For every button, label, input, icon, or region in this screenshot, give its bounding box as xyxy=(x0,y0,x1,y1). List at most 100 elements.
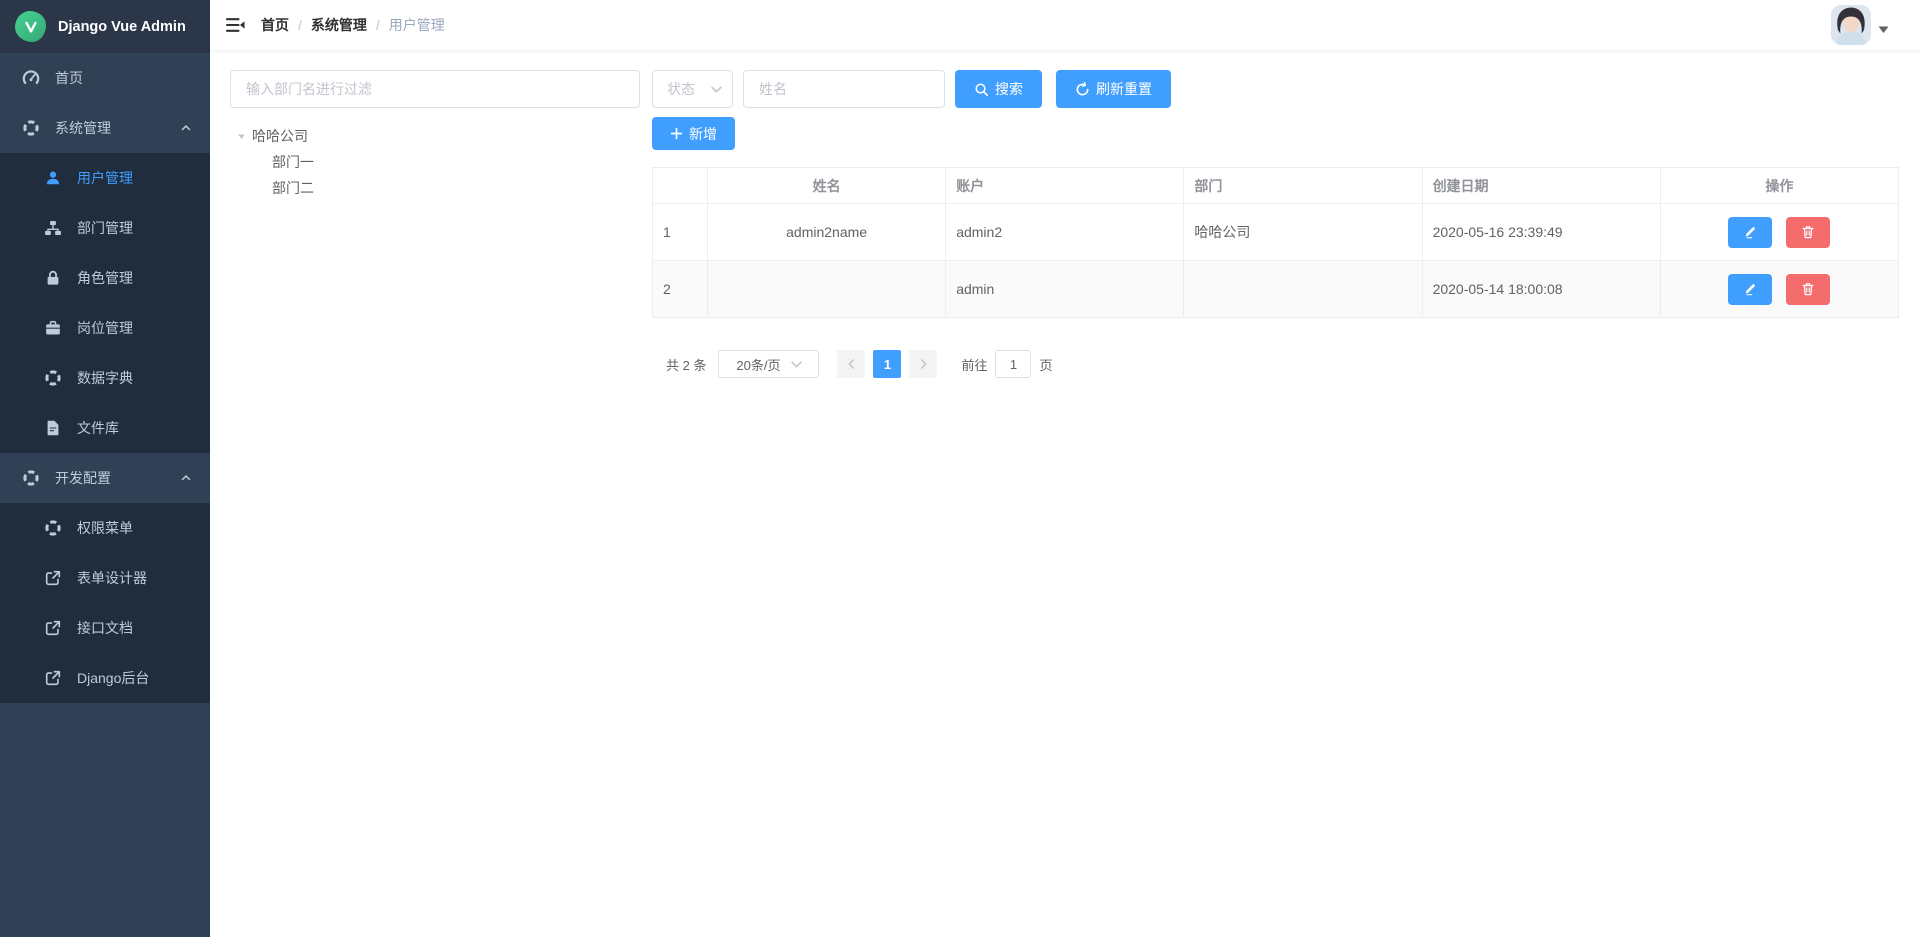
tree-expand-caret-icon[interactable] xyxy=(230,132,252,141)
app-logo[interactable]: Django Vue Admin xyxy=(0,0,210,53)
chevron-right-icon xyxy=(919,358,928,370)
navbar: 首页 / 系统管理 / 用户管理 xyxy=(210,0,1920,50)
sidebar-item-label: 首页 xyxy=(55,68,83,88)
page-content: 哈哈公司 部门一 部门二 状态 xyxy=(210,50,1920,378)
prev-page-button[interactable] xyxy=(837,350,865,378)
department-tree: 哈哈公司 部门一 部门二 xyxy=(230,123,640,201)
vue-logo-icon xyxy=(15,11,46,42)
component-icon xyxy=(44,369,62,387)
dashboard-icon xyxy=(22,69,40,87)
sidebar: Django Vue Admin 首页 系统管理 用户管理 部门管理 xyxy=(0,0,210,937)
sidebar-item-label: 权限菜单 xyxy=(77,518,133,538)
sidebar-item-posts[interactable]: 岗位管理 xyxy=(0,303,210,353)
sidebar-item-users[interactable]: 用户管理 xyxy=(0,153,210,203)
column-header-dept: 部门 xyxy=(1184,168,1422,204)
next-page-button[interactable] xyxy=(909,350,937,378)
external-link-icon xyxy=(44,619,62,637)
sidebar-menu: 首页 系统管理 用户管理 部门管理 角色管理 xyxy=(0,53,210,937)
breadcrumb-current: 用户管理 xyxy=(389,15,445,35)
sidebar-item-dictionary[interactable]: 数据字典 xyxy=(0,353,210,403)
sidebar-item-roles[interactable]: 角色管理 xyxy=(0,253,210,303)
page-size-select[interactable]: 20条/页 xyxy=(718,350,819,378)
sidebar-item-label: 角色管理 xyxy=(77,268,133,288)
dept-filter-input[interactable] xyxy=(230,70,640,108)
sidebar-item-api-docs[interactable]: 接口文档 xyxy=(0,603,210,653)
users-table: 姓名 账户 部门 创建日期 操作 1 admin2name admin2 哈哈公 xyxy=(652,167,1899,318)
goto-page-input[interactable] xyxy=(995,350,1031,378)
plus-icon xyxy=(670,127,683,140)
tree-node-dept-1[interactable]: 部门一 xyxy=(230,149,640,175)
sidebar-item-system[interactable]: 系统管理 xyxy=(0,103,210,153)
cell-created: 2020-05-14 18:00:08 xyxy=(1422,261,1660,318)
department-panel: 哈哈公司 部门一 部门二 xyxy=(230,70,640,201)
caret-down-icon xyxy=(1878,26,1889,34)
column-header-name: 姓名 xyxy=(708,168,946,204)
edit-button[interactable] xyxy=(1728,274,1772,305)
breadcrumb-home[interactable]: 首页 xyxy=(261,15,289,35)
component-icon xyxy=(44,519,62,537)
user-menu[interactable] xyxy=(1831,5,1889,45)
page-unit-label: 页 xyxy=(1039,355,1052,374)
external-link-icon xyxy=(44,669,62,687)
table-header-row: 姓名 账户 部门 创建日期 操作 xyxy=(653,168,1899,204)
submenu-system: 用户管理 部门管理 角色管理 岗位管理 数据字典 xyxy=(0,153,210,453)
chevron-down-icon xyxy=(711,86,722,93)
sidebar-item-permission-menu[interactable]: 权限菜单 xyxy=(0,503,210,553)
tree-node-dept-2[interactable]: 部门二 xyxy=(230,175,640,201)
cell-created: 2020-05-16 23:39:49 xyxy=(1422,204,1660,261)
column-header-created: 创建日期 xyxy=(1422,168,1660,204)
page-jumper: 前往 页 xyxy=(961,350,1052,378)
breadcrumb-system[interactable]: 系统管理 xyxy=(311,15,367,35)
breadcrumb-separator: / xyxy=(376,17,380,33)
chevron-down-icon xyxy=(791,361,802,368)
column-header-index xyxy=(653,168,708,204)
sidebar-item-departments[interactable]: 部门管理 xyxy=(0,203,210,253)
status-select[interactable]: 状态 xyxy=(652,70,733,108)
cell-dept: 哈哈公司 xyxy=(1184,204,1422,261)
delete-button[interactable] xyxy=(1786,274,1830,305)
search-icon xyxy=(974,82,989,97)
hamburger-icon[interactable] xyxy=(225,15,245,35)
tree-node-company[interactable]: 哈哈公司 xyxy=(230,123,640,149)
refresh-reset-button[interactable]: 刷新重置 xyxy=(1056,70,1171,108)
component-icon xyxy=(22,119,40,137)
delete-button[interactable] xyxy=(1786,217,1830,248)
sidebar-item-label: 岗位管理 xyxy=(77,318,133,338)
pagination: 共 2 条 20条/页 1 前往 页 xyxy=(652,350,1899,378)
cell-account: admin xyxy=(946,261,1184,318)
cell-index: 2 xyxy=(653,261,708,318)
search-button[interactable]: 搜索 xyxy=(955,70,1042,108)
app-window: Django Vue Admin 首页 系统管理 用户管理 部门管理 xyxy=(0,0,1920,937)
sidebar-item-home[interactable]: 首页 xyxy=(0,53,210,103)
search-button-label: 搜索 xyxy=(995,79,1023,99)
sidebar-item-devconfig[interactable]: 开发配置 xyxy=(0,453,210,503)
filter-row: 状态 搜索 刷新重置 xyxy=(652,70,1899,108)
submenu-devconfig: 权限菜单 表单设计器 接口文档 Django后台 xyxy=(0,503,210,703)
sitemap-icon xyxy=(44,219,62,237)
sidebar-item-form-designer[interactable]: 表单设计器 xyxy=(0,553,210,603)
edit-button[interactable] xyxy=(1728,217,1772,248)
sidebar-item-label: 开发配置 xyxy=(55,468,111,488)
app-title: Django Vue Admin xyxy=(58,19,186,35)
add-button[interactable]: 新增 xyxy=(652,117,735,150)
cell-name xyxy=(708,261,946,318)
external-link-icon xyxy=(44,569,62,587)
pagination-total: 共 2 条 xyxy=(666,355,706,374)
sidebar-item-files[interactable]: 文件库 xyxy=(0,403,210,453)
page-size-value: 20条/页 xyxy=(736,355,780,374)
user-avatar xyxy=(1831,5,1871,45)
user-icon xyxy=(44,169,62,187)
cell-actions xyxy=(1660,204,1898,261)
goto-label: 前往 xyxy=(961,355,987,374)
sidebar-item-django-admin[interactable]: Django后台 xyxy=(0,653,210,703)
cell-account: admin2 xyxy=(946,204,1184,261)
page-number-1[interactable]: 1 xyxy=(873,350,901,378)
document-icon xyxy=(44,419,62,437)
sidebar-item-label: 系统管理 xyxy=(55,118,111,138)
sidebar-item-label: 用户管理 xyxy=(77,168,133,188)
column-header-account: 账户 xyxy=(946,168,1184,204)
main-area: 首页 / 系统管理 / 用户管理 哈哈公司 xyxy=(210,0,1920,937)
name-filter-input[interactable] xyxy=(743,70,945,108)
chevron-up-icon xyxy=(180,472,192,484)
breadcrumb-separator: / xyxy=(298,17,302,33)
